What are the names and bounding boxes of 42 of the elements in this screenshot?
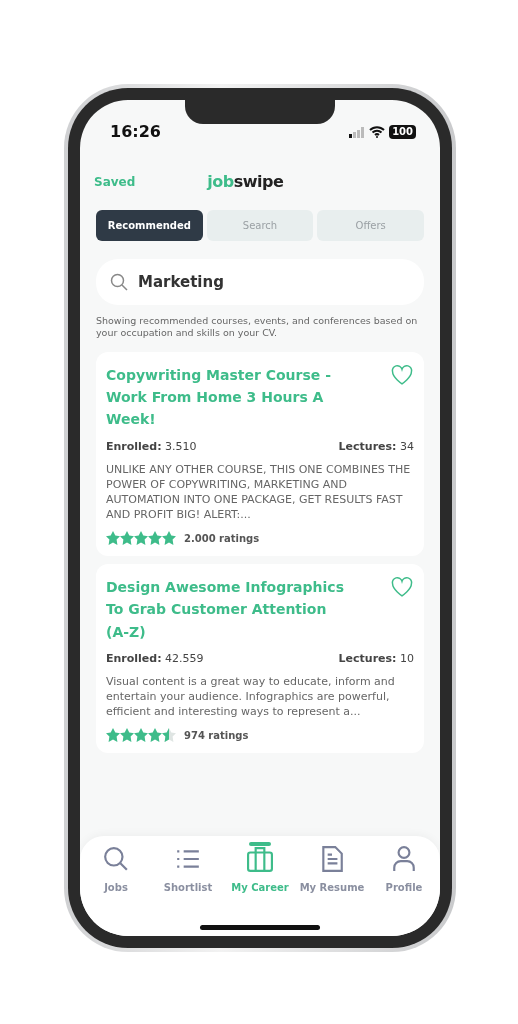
info-text: Showing recommended courses, events, and conferences based on your occupation and skills on your CV. (95, 314, 419, 340)
star-icon (120, 531, 134, 546)
saved-link[interactable]: Saved (94, 173, 136, 191)
person-icon (391, 846, 417, 872)
nav-tab[interactable]: My Career (224, 846, 296, 936)
nav-tab[interactable]: Shortlist (152, 846, 224, 936)
document-icon (319, 846, 345, 872)
clock-time: 16:26 (110, 121, 161, 143)
star-icon (134, 728, 148, 743)
nav-tab[interactable]: My Resume (296, 846, 368, 936)
rating-count: 2.000 ratings (184, 531, 260, 546)
star-icon (106, 531, 120, 546)
star-icon (134, 531, 148, 546)
star-icon (162, 531, 176, 546)
tab[interactable]: Offers (317, 210, 424, 241)
battery-indicator: 100 (389, 125, 416, 139)
course-card[interactable] (96, 351, 424, 556)
nav-tab[interactable]: Profile (368, 846, 440, 936)
search-field[interactable]: Marketing (96, 259, 424, 305)
rating-count: 974 ratings (184, 728, 249, 743)
signal-icon (349, 126, 366, 138)
course-title: Design Awesome Infographics To Grab Customer Attention (A-Z) (106, 577, 345, 642)
course-title: Copywriting Master Course - Work From Home 3 Hours A Week! (106, 365, 332, 430)
half-star-icon (162, 728, 176, 743)
star-icon (120, 728, 134, 743)
wifi-icon (369, 126, 386, 138)
enrolled-count: Enrolled: 42.559 (106, 650, 204, 667)
star-icon (148, 531, 162, 546)
lecture-count: Lectures: 10 (338, 650, 414, 667)
search-icon (110, 273, 128, 291)
search-icon (103, 846, 129, 872)
tab[interactable]: Recommended (96, 210, 203, 241)
lecture-count: Lectures: 34 (338, 438, 414, 455)
course-description: UNLIKE ANY OTHER COURSE, THIS ONE COMBINES THE POWER OF COPYWRITING, MARKETING AND AUTOMATION INTO ONE PACKAGE, GET RESULTS FAST AND PROFIT BIG! ALERT:... (106, 463, 412, 523)
app-logo: jobswipe (207, 171, 284, 193)
tab[interactable]: Search (206, 210, 314, 241)
course-description: Visual content is a great way to educate, inform and entertain your audience. Infographics are powerful, efficient and interesting ways to represent a... (106, 675, 396, 720)
course-card[interactable] (96, 563, 424, 753)
briefcase-icon (247, 846, 273, 872)
nav-tab[interactable]: Jobs (80, 846, 152, 936)
enrolled-count: Enrolled: 3.510 (106, 438, 197, 455)
star-icon (106, 728, 120, 743)
